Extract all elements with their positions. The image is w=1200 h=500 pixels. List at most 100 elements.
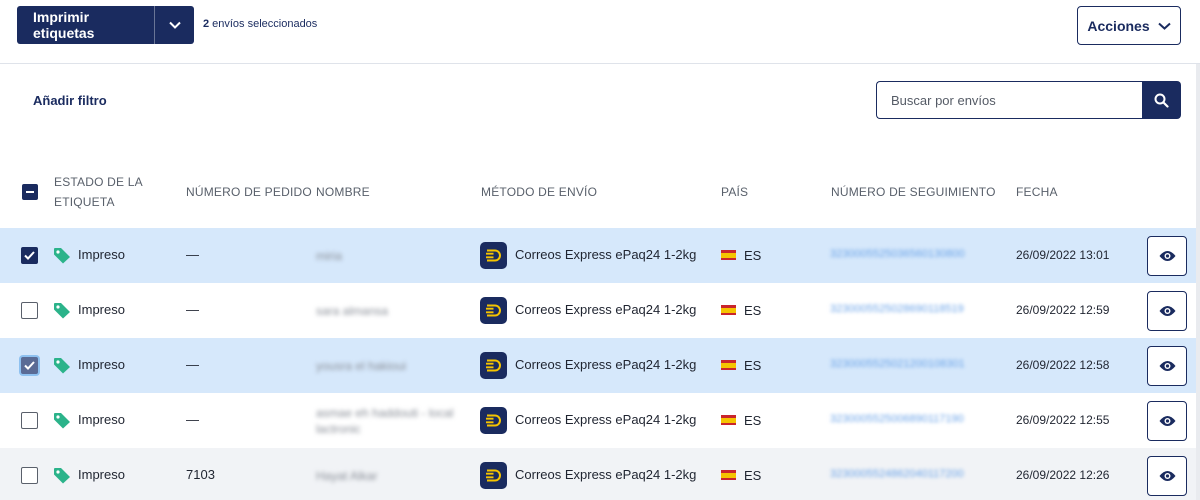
order-number: —: [186, 357, 199, 372]
spain-flag-icon: [721, 250, 736, 260]
search-input[interactable]: [876, 81, 1142, 119]
column-header-country[interactable]: PAÍS: [721, 182, 748, 202]
country-code: ES: [744, 303, 762, 318]
country-code: ES: [744, 413, 762, 428]
select-all-checkbox[interactable]: [22, 184, 38, 200]
status-text: Impreso: [78, 412, 125, 427]
table-row[interactable]: Impreso — miria Correos Express ePaq24 1…: [0, 228, 1196, 283]
actions-label: Acciones: [1087, 17, 1150, 34]
correos-express-logo-icon: [480, 407, 507, 434]
eye-icon: [1159, 471, 1175, 481]
view-shipment-button[interactable]: [1147, 236, 1187, 276]
status-text: Impreso: [78, 247, 125, 262]
scrollbar[interactable]: [1196, 64, 1200, 500]
correos-express-logo-icon: [480, 462, 507, 489]
order-number: —: [186, 412, 199, 427]
correos-express-logo-icon: [480, 297, 507, 324]
country-code: ES: [744, 468, 762, 483]
recipient-name: asmae eh haddouti - local lactronic: [316, 406, 454, 436]
print-labels-button[interactable]: Imprimir etiquetas: [17, 6, 154, 44]
tracking-number-link[interactable]: 3230005525021200108301: [830, 358, 965, 370]
status-text: Impreso: [78, 467, 125, 482]
row-checkbox[interactable]: [21, 357, 38, 374]
view-shipment-button[interactable]: [1147, 401, 1187, 441]
tracking-number-link[interactable]: 3230005525006890117190: [830, 413, 964, 425]
eye-icon: [1159, 361, 1175, 371]
shipment-date: 26/09/2022 12:59: [1016, 303, 1110, 317]
column-header-method[interactable]: MÉTODO DE ENVÍO: [481, 182, 597, 202]
recipient-name: yousra el hakioui: [316, 359, 407, 373]
shipping-method: Correos Express ePaq24 1-2kg: [515, 357, 697, 372]
tracking-number-link[interactable]: 3230005524862040117200: [830, 468, 964, 480]
checkmark-icon: [24, 361, 35, 370]
search-button[interactable]: [1142, 81, 1181, 119]
add-filter-button[interactable]: Añadir filtro: [33, 93, 107, 108]
country-code: ES: [744, 358, 762, 373]
row-checkbox[interactable]: [21, 412, 38, 429]
spain-flag-icon: [721, 415, 736, 425]
tag-icon: [54, 303, 70, 319]
column-header-status-line2: ETIQUETA: [54, 195, 115, 209]
view-shipment-button[interactable]: [1147, 456, 1187, 496]
view-shipment-button[interactable]: [1147, 346, 1187, 386]
column-header-date[interactable]: FECHA: [1016, 182, 1058, 202]
search-box: [876, 81, 1181, 119]
shipment-date: 26/09/2022 12:55: [1016, 413, 1110, 427]
eye-icon: [1159, 251, 1175, 261]
table-row[interactable]: Impreso 7103 Hayat Alkar Correos Express…: [0, 448, 1196, 500]
print-labels-split-button[interactable]: Imprimir etiquetas: [17, 6, 194, 44]
order-number: —: [186, 302, 199, 317]
table-row[interactable]: Impreso — asmae eh haddouti - local lact…: [0, 393, 1196, 448]
spain-flag-icon: [721, 360, 736, 370]
tag-icon: [54, 468, 70, 484]
correos-express-logo-icon: [480, 352, 507, 379]
column-header-status-line1: ESTADO DE LA: [54, 175, 143, 189]
recipient-name: Hayat Alkar: [316, 469, 378, 483]
selection-summary: 2 envíos seleccionados: [203, 18, 317, 30]
shipment-date: 26/09/2022 13:01: [1016, 248, 1110, 262]
tag-icon: [54, 358, 70, 374]
spain-flag-icon: [721, 470, 736, 480]
tracking-number-link[interactable]: 3230005525036560130800: [830, 248, 965, 260]
shipping-method: Correos Express ePaq24 1-2kg: [515, 302, 697, 317]
correos-express-logo-icon: [480, 242, 507, 269]
status-text: Impreso: [78, 357, 125, 372]
search-icon: [1154, 93, 1169, 108]
shipments-table-body: Impreso — miria Correos Express ePaq24 1…: [0, 228, 1196, 500]
selected-count: 2: [203, 18, 210, 30]
chevron-down-icon: [168, 21, 181, 29]
table-row[interactable]: Impreso — yousra el hakioui Correos Expr…: [0, 338, 1196, 393]
order-number: —: [186, 247, 199, 262]
print-options-toggle[interactable]: [154, 6, 194, 44]
tracking-number-link[interactable]: 3230005525028690118519: [830, 303, 964, 315]
recipient-name: sara almansa: [316, 304, 389, 318]
recipient-name: miria: [316, 249, 342, 263]
status-text: Impreso: [78, 302, 125, 317]
shipping-method: Correos Express ePaq24 1-2kg: [515, 247, 697, 262]
column-header-status[interactable]: ESTADO DE LA ETIQUETA: [54, 172, 143, 212]
selected-text: envíos seleccionados: [212, 18, 318, 30]
eye-icon: [1159, 306, 1175, 316]
tag-icon: [54, 413, 70, 429]
column-header-order[interactable]: NÚMERO DE PEDIDO: [186, 182, 312, 202]
row-checkbox[interactable]: [21, 302, 38, 319]
chevron-down-icon: [1157, 22, 1171, 30]
order-number: 7103: [186, 467, 215, 482]
shipping-method: Correos Express ePaq24 1-2kg: [515, 467, 697, 482]
row-checkbox[interactable]: [21, 247, 38, 264]
toolbar-divider: [0, 63, 1200, 64]
country-code: ES: [744, 248, 762, 263]
actions-button[interactable]: Acciones: [1077, 6, 1181, 45]
shipment-date: 26/09/2022 12:58: [1016, 358, 1110, 372]
tag-icon: [54, 248, 70, 264]
shipping-method: Correos Express ePaq24 1-2kg: [515, 412, 697, 427]
shipment-date: 26/09/2022 12:26: [1016, 468, 1110, 482]
checkmark-icon: [24, 251, 35, 260]
row-checkbox[interactable]: [21, 467, 38, 484]
column-header-name[interactable]: NOMBRE: [316, 182, 370, 202]
view-shipment-button[interactable]: [1147, 291, 1187, 331]
column-header-tracking[interactable]: NÚMERO DE SEGUIMIENTO: [831, 182, 996, 202]
eye-icon: [1159, 416, 1175, 426]
spain-flag-icon: [721, 305, 736, 315]
table-row[interactable]: Impreso — sara almansa Correos Express e…: [0, 283, 1196, 338]
